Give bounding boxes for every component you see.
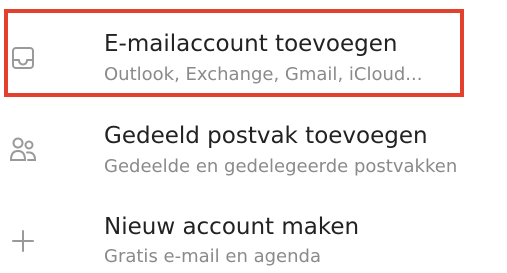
inbox-icon [8,43,38,73]
option-subtitle: Outlook, Exchange, Gmail, iCloud... [104,64,423,85]
create-new-account-option[interactable]: Nieuw account maken Gratis e-mail en age… [0,200,507,273]
people-icon [8,135,38,165]
plus-icon [8,226,38,256]
option-title: Gedeeld postvak toevoegen [104,123,428,149]
option-title: Nieuw account maken [104,214,360,240]
add-shared-mailbox-option[interactable]: Gedeeld postvak toevoegen Gedeelde en ge… [0,110,507,190]
option-title: E-mailaccount toevoegen [104,31,398,57]
option-subtitle: Gedeelde en gedelegeerde postvakken [104,156,458,177]
add-email-account-option[interactable]: E-mailaccount toevoegen Outlook, Exchang… [0,14,507,98]
add-account-options-list: E-mailaccount toevoegen Outlook, Exchang… [0,0,507,273]
option-subtitle: Gratis e-mail en agenda [104,246,321,267]
